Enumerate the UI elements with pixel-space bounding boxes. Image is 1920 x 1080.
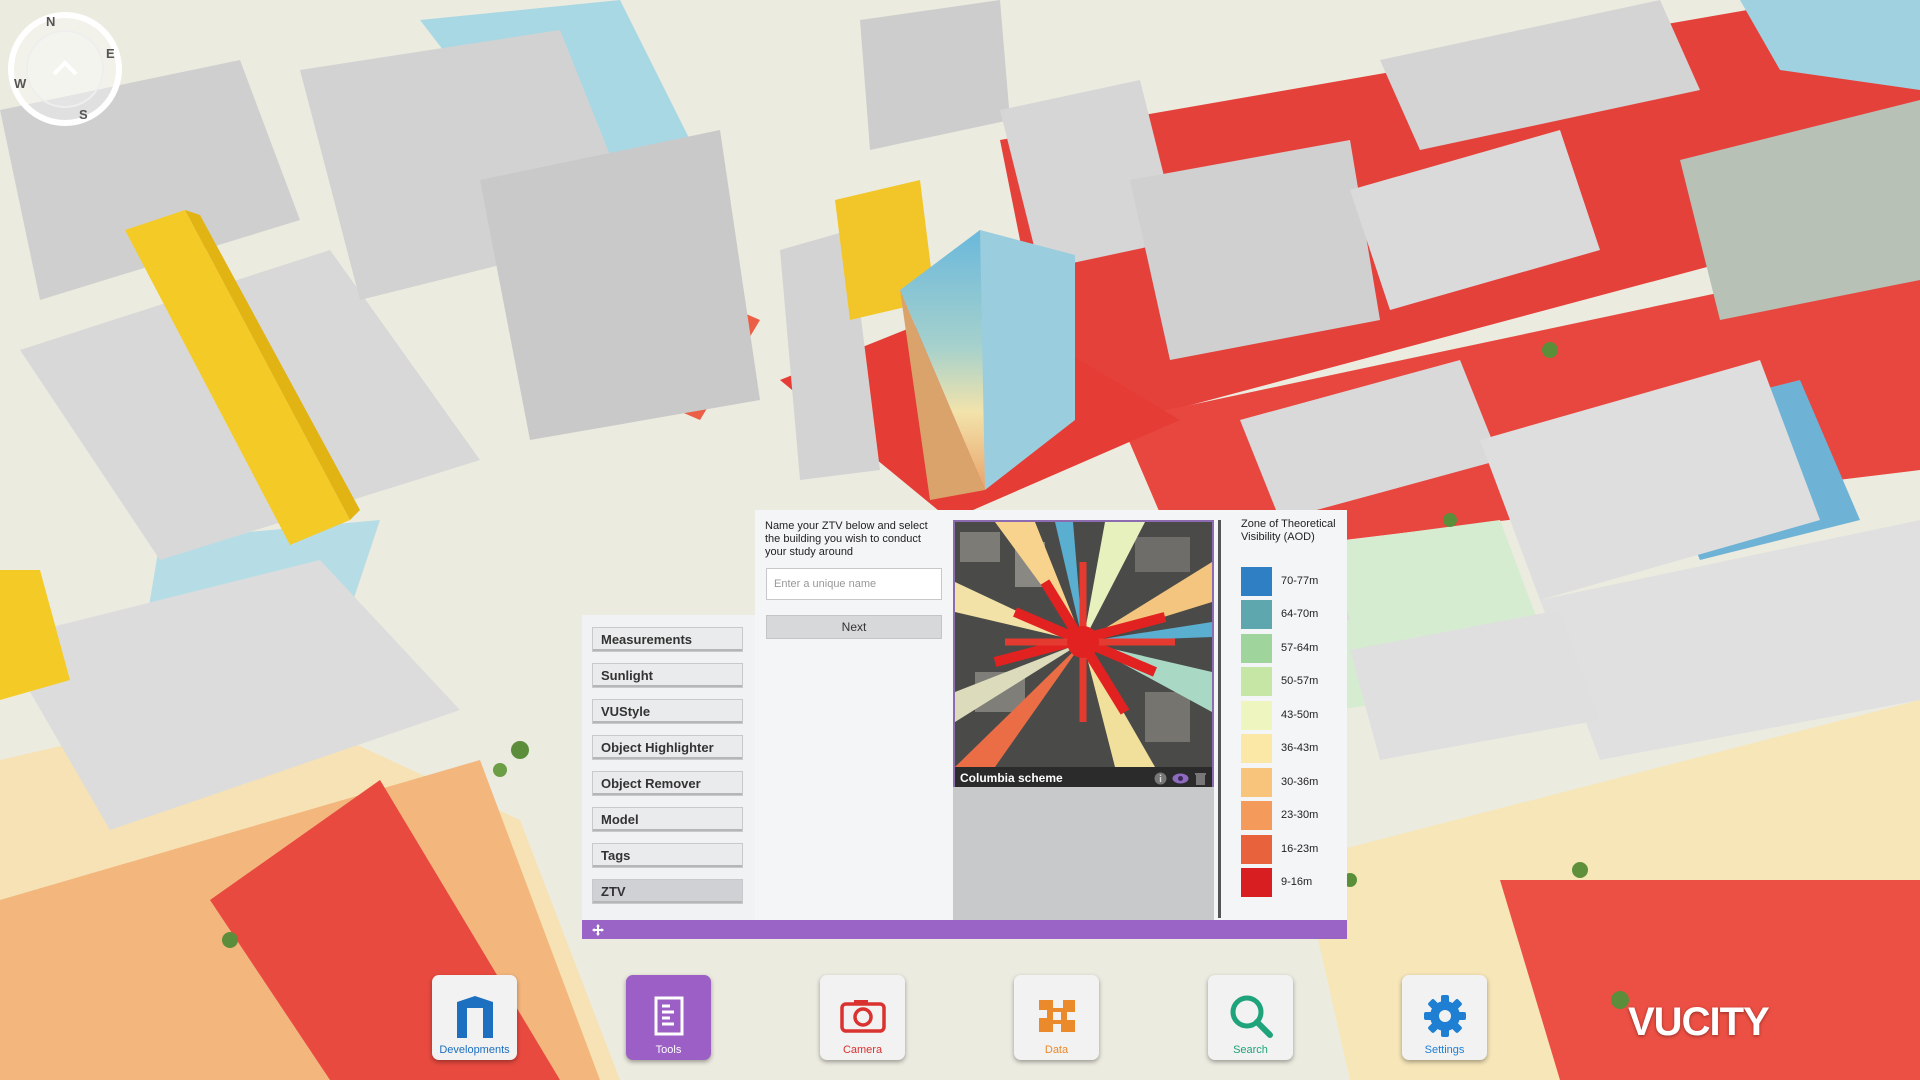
tool-vustyle-button[interactable]: VUStyle [592, 699, 743, 724]
search-button[interactable]: Search [1208, 975, 1293, 1060]
camera-label: Camera [842, 1044, 883, 1056]
data-button[interactable]: Data [1014, 975, 1099, 1060]
panel-footer-bar [582, 920, 1347, 939]
tools-button[interactable]: Tools [626, 975, 711, 1060]
legend-swatch [1241, 599, 1272, 629]
developments-label: Developments [439, 1044, 510, 1056]
vucity-logo: VUCITY [1628, 1000, 1770, 1044]
developments-button[interactable]: Developments [432, 975, 517, 1060]
compass-west-label: W [14, 76, 27, 91]
legend-label: 16-23m [1281, 843, 1319, 855]
legend-label: 36-43m [1281, 742, 1319, 754]
compass-east-label: E [106, 46, 115, 61]
tool-model-button[interactable]: Model [592, 807, 743, 832]
compass-dial-icon [8, 12, 122, 126]
legend-swatch [1241, 700, 1272, 730]
legend-swatch [1241, 633, 1272, 663]
legend-label: 70-77m [1281, 575, 1319, 587]
scheme-thumbnail-image [955, 522, 1212, 767]
compass-south-label: S [79, 107, 88, 122]
ztv-instructions: Name your ZTV below and select the build… [765, 520, 928, 558]
compass[interactable]: N E S W [6, 10, 124, 128]
legend-swatch [1241, 800, 1272, 830]
scheme-thumbnail-card[interactable]: Columbia scheme [953, 520, 1214, 791]
tools-menu: Measurements Sunlight VUStyle Object Hig… [582, 615, 755, 920]
empty-scheme-slot [953, 787, 1214, 920]
legend-swatch [1241, 767, 1272, 797]
legend-row: 43-50m [1241, 700, 1319, 730]
compass-north-label: N [46, 14, 56, 29]
search-label: Search [1233, 1044, 1268, 1056]
legend-row: 23-30m [1241, 800, 1319, 830]
tool-measurements-button[interactable]: Measurements [592, 627, 743, 652]
trash-icon[interactable] [1194, 772, 1207, 785]
scheme-label-bar: Columbia scheme [955, 767, 1212, 789]
legend-label: 57-64m [1281, 642, 1319, 654]
legend-label: 43-50m [1281, 709, 1319, 721]
legend-row: 9-16m [1241, 867, 1313, 897]
data-icon [1033, 992, 1081, 1040]
settings-icon [1421, 992, 1469, 1040]
next-button[interactable]: Next [766, 615, 942, 639]
ztv-name-input[interactable] [766, 568, 942, 600]
tool-sunlight-button[interactable]: Sunlight [592, 663, 743, 688]
settings-label: Settings [1424, 1044, 1465, 1056]
legend-label: 64-70m [1281, 608, 1319, 620]
legend-row: 30-36m [1241, 767, 1319, 797]
camera-icon [839, 992, 887, 1040]
tool-tags-button[interactable]: Tags [592, 843, 743, 868]
legend-label: 23-30m [1281, 809, 1319, 821]
move-handle-icon[interactable] [592, 924, 604, 936]
legend-row: 57-64m [1241, 633, 1319, 663]
tool-object-highlighter-button[interactable]: Object Highlighter [592, 735, 743, 760]
legend-label: 50-57m [1281, 675, 1319, 687]
legend-row: 64-70m [1241, 599, 1319, 629]
legend-swatch [1241, 566, 1272, 596]
settings-button[interactable]: Settings [1402, 975, 1487, 1060]
data-label: Data [1044, 1044, 1069, 1056]
legend-label: 9-16m [1281, 876, 1313, 888]
legend-row: 70-77m [1241, 566, 1319, 596]
legend-title: Zone of Theoretical Visibility (AOD) [1241, 518, 1336, 543]
search-icon [1227, 992, 1275, 1040]
ztv-panel: Name your ZTV below and select the build… [755, 510, 1347, 920]
legend-swatch [1241, 666, 1272, 696]
tools-icon [645, 992, 693, 1040]
legend-swatch [1241, 834, 1272, 864]
eye-icon[interactable] [1172, 772, 1189, 785]
info-icon[interactable] [1154, 772, 1167, 785]
tool-object-remover-button[interactable]: Object Remover [592, 771, 743, 796]
legend-swatch [1241, 733, 1272, 763]
legend-row: 50-57m [1241, 666, 1319, 696]
legend-swatch [1241, 867, 1272, 897]
tool-ztv-button[interactable]: ZTV [592, 879, 743, 904]
legend-label: 30-36m [1281, 776, 1319, 788]
legend-row: 16-23m [1241, 834, 1319, 864]
developments-icon [451, 992, 499, 1040]
scheme-name: Columbia scheme [960, 771, 1063, 785]
tools-label: Tools [655, 1044, 682, 1056]
panel-scrollbar[interactable] [1218, 520, 1221, 918]
legend-row: 36-43m [1241, 733, 1319, 763]
camera-button[interactable]: Camera [820, 975, 905, 1060]
